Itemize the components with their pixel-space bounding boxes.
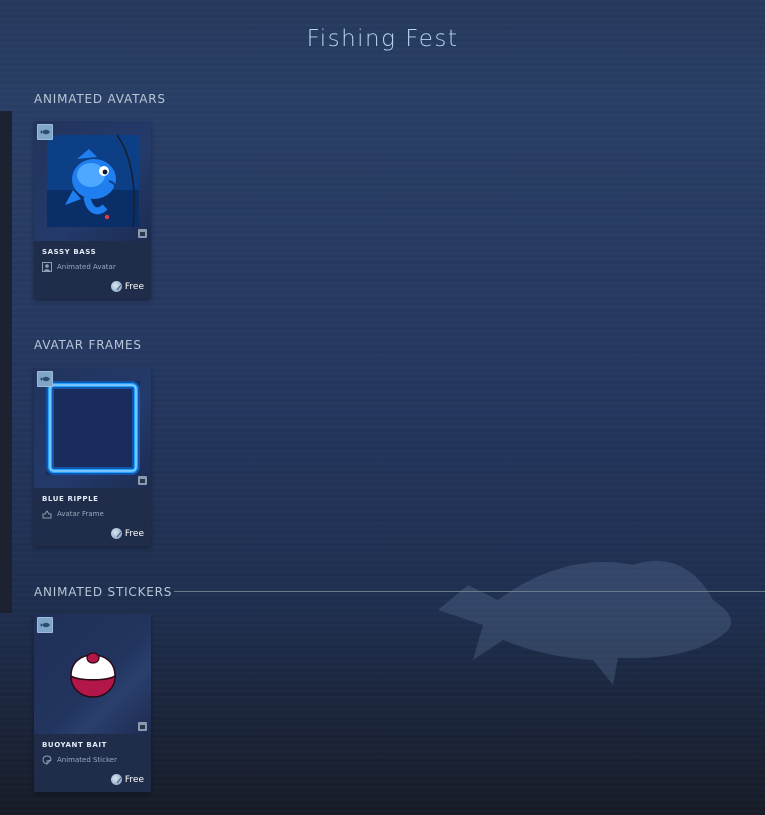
section-label-avatar-frames: AVATAR FRAMES — [34, 338, 142, 352]
fish-game-icon — [37, 371, 53, 387]
item-name: SASSY BASS — [42, 248, 97, 256]
blue-frame-image — [46, 381, 140, 475]
item-name: BUOYANT BAIT — [42, 741, 107, 749]
bass-avatar-image — [47, 135, 139, 227]
item-name: BLUE RIPPLE — [42, 495, 99, 503]
section-label-animated-avatars: ANIMATED AVATARS — [34, 92, 166, 106]
item-price-label: Free — [124, 281, 144, 292]
item-type-label: Animated Sticker — [57, 756, 117, 764]
section-label-animated-stickers: ANIMATED STICKERS — [34, 585, 173, 599]
item-price: Free — [110, 281, 144, 292]
fish-game-icon — [37, 617, 53, 633]
item-price: Free — [110, 528, 144, 539]
item-type: Animated Avatar — [42, 262, 116, 272]
background-fish-icon — [438, 560, 732, 685]
bobber-sticker-image — [70, 652, 116, 698]
item-type: Animated Sticker — [42, 755, 117, 765]
page-title: Fishing Fest — [306, 26, 459, 52]
item-price-label: Free — [124, 774, 144, 785]
item-type-label: Avatar Frame — [57, 510, 104, 518]
avatar-icon — [42, 262, 52, 272]
sidebar-edge — [0, 111, 12, 613]
item-card-buoyant-bait[interactable]: BUOYANT BAIT Animated Sticker Free — [34, 614, 151, 792]
fish-game-icon — [37, 124, 53, 140]
item-type: Avatar Frame — [42, 509, 104, 519]
item-card-blue-ripple[interactable]: BLUE RIPPLE Avatar Frame Free — [34, 368, 151, 546]
item-price-label: Free — [124, 528, 144, 539]
points-icon — [110, 281, 122, 292]
inventory-icon — [138, 722, 147, 731]
points-icon — [110, 528, 122, 539]
inventory-icon — [138, 229, 147, 238]
inventory-icon — [138, 476, 147, 485]
item-type-label: Animated Avatar — [57, 263, 116, 271]
sticker-icon — [42, 755, 52, 765]
section-divider — [174, 591, 765, 592]
item-price: Free — [110, 774, 144, 785]
frame-icon — [42, 510, 52, 519]
item-card-sassy-bass[interactable]: SASSY BASS Animated Avatar Free — [34, 121, 151, 299]
points-icon — [110, 774, 122, 785]
